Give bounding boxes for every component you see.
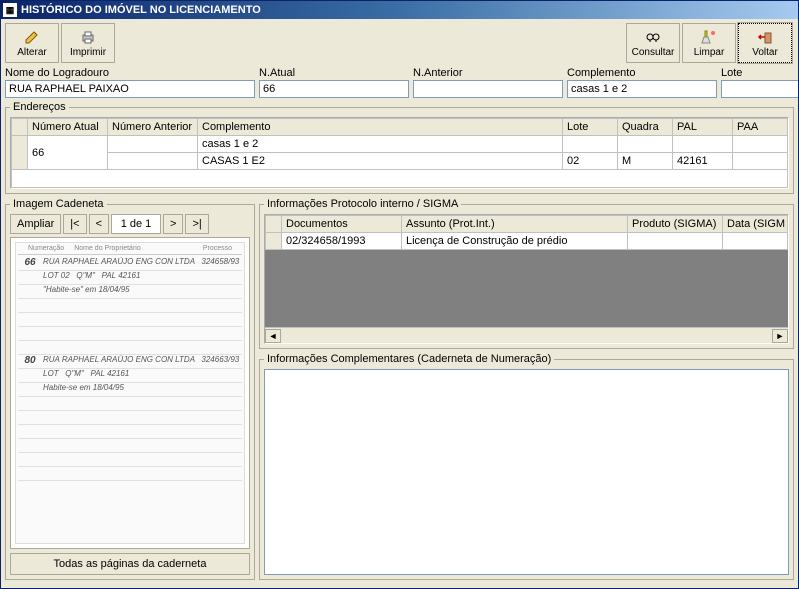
edit-icon — [24, 29, 40, 45]
todas-paginas-button[interactable]: Todas as páginas da caderneta — [10, 553, 250, 575]
protocolo-legend: Informações Protocolo interno / SIGMA — [264, 198, 461, 210]
complemento-label: Complemento — [567, 67, 717, 79]
titlebar: ▦ HISTÓRICO DO IMÓVEL NO LICENCIAMENTO — [1, 1, 798, 19]
toolbar: Alterar Imprimir Consultar Limpar — [5, 23, 794, 63]
last-page-button[interactable]: >| — [185, 214, 208, 234]
consultar-button[interactable]: Consultar — [626, 23, 680, 63]
ampliar-button[interactable]: Ampliar — [10, 214, 61, 234]
back-icon — [757, 29, 773, 45]
caderneta-fieldset: Imagem Cadeneta Ampliar |< < 1 de 1 > >|… — [5, 198, 255, 580]
complementares-legend: Informações Complementares (Caderneta de… — [264, 353, 554, 365]
lote-label: Lote — [721, 67, 798, 79]
pager: Ampliar |< < 1 de 1 > >| — [10, 214, 250, 234]
natual-label: N.Atual — [259, 67, 409, 79]
complementares-textarea[interactable] — [264, 369, 789, 575]
prev-page-button[interactable]: < — [89, 214, 109, 234]
nanterior-input[interactable] — [413, 80, 563, 98]
alterar-button[interactable]: Alterar — [5, 23, 59, 63]
table-row[interactable]: CASAS 1 E2 02 M 42161 — [12, 153, 788, 170]
search-icon — [645, 29, 661, 45]
content-area: Alterar Imprimir Consultar Limpar — [1, 19, 798, 588]
scroll-right-icon[interactable]: ► — [772, 329, 788, 343]
fields-row: Nome do Logradouro N.Atual N.Anterior Co… — [5, 67, 794, 98]
main-window: ▦ HISTÓRICO DO IMÓVEL NO LICENCIAMENTO A… — [0, 0, 799, 589]
protocolo-table[interactable]: Documentos Assunto (Prot.Int.) Produto (… — [265, 215, 788, 250]
complemento-input[interactable] — [567, 80, 717, 98]
logradouro-input[interactable] — [5, 80, 255, 98]
complementares-fieldset: Informações Complementares (Caderneta de… — [259, 353, 794, 580]
horizontal-scrollbar[interactable]: ◄ ► — [265, 327, 788, 343]
print-icon — [80, 29, 96, 45]
limpar-button[interactable]: Limpar — [682, 23, 736, 63]
logradouro-label: Nome do Logradouro — [5, 67, 255, 79]
page-indicator: 1 de 1 — [111, 214, 161, 234]
scroll-left-icon[interactable]: ◄ — [265, 329, 281, 343]
table-row[interactable]: 66 casas 1 e 2 — [12, 136, 788, 153]
window-title: HISTÓRICO DO IMÓVEL NO LICENCIAMENTO — [21, 4, 261, 16]
imprimir-button[interactable]: Imprimir — [61, 23, 115, 63]
natual-input[interactable] — [259, 80, 409, 98]
enderecos-fieldset: Endereços Número Atual Número Anterior C… — [5, 101, 794, 194]
window-icon: ▦ — [3, 3, 17, 17]
voltar-button[interactable]: Voltar — [738, 23, 792, 63]
nanterior-label: N.Anterior — [413, 67, 563, 79]
table-row[interactable]: 02/324658/1993 Licença de Construção de … — [266, 233, 788, 250]
first-page-button[interactable]: |< — [63, 214, 86, 234]
caderneta-thumbnail[interactable]: NumeraçãoNome do ProprietárioProcesso 66… — [10, 237, 250, 549]
lote-input[interactable] — [721, 80, 798, 98]
next-page-button[interactable]: > — [163, 214, 183, 234]
enderecos-table[interactable]: Número Atual Número Anterior Complemento… — [11, 118, 788, 188]
clear-icon — [701, 29, 717, 45]
caderneta-legend: Imagem Cadeneta — [10, 198, 107, 210]
protocolo-fieldset: Informações Protocolo interno / SIGMA Do… — [259, 198, 794, 349]
enderecos-legend: Endereços — [10, 101, 69, 113]
